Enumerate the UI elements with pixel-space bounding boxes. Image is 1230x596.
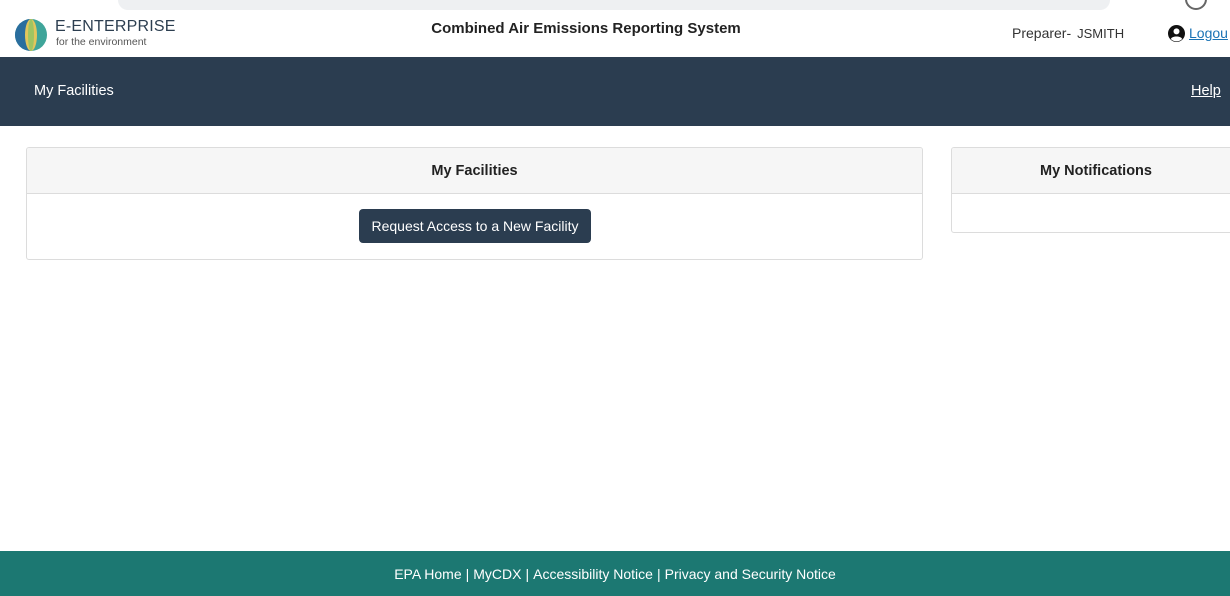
notifications-card-title: My Notifications xyxy=(952,148,1230,194)
site-header: E-ENTERPRISE for the environment Combine… xyxy=(0,14,1230,57)
request-access-button[interactable]: Request Access to a New Facility xyxy=(359,209,591,243)
footer-link-mycdx[interactable]: MyCDX xyxy=(473,566,521,582)
site-footer: EPA Home | MyCDX | Accessibility Notice … xyxy=(0,551,1230,596)
brand-tagline: for the environment xyxy=(56,36,147,48)
notifications-card: My Notifications xyxy=(951,147,1230,233)
facilities-card-title: My Facilities xyxy=(27,148,922,194)
system-title: Combined Air Emissions Reporting System xyxy=(431,20,741,37)
logout-link[interactable]: Logou xyxy=(1189,25,1228,41)
user-info: Preparer- JSMITH xyxy=(1012,25,1124,41)
address-bar xyxy=(118,0,1110,10)
nav-bar: My Facilities Help xyxy=(0,57,1230,126)
footer-link-accessibility[interactable]: Accessibility Notice xyxy=(533,566,653,582)
footer-separator: | xyxy=(465,565,470,582)
username: JSMITH xyxy=(1077,26,1125,41)
role-label: Preparer- xyxy=(1012,25,1072,41)
browser-top-strip xyxy=(0,0,1230,14)
footer-link-privacy[interactable]: Privacy and Security Notice xyxy=(665,566,836,582)
nav-title: My Facilities xyxy=(34,83,114,99)
user-circle-icon[interactable] xyxy=(1168,25,1185,42)
help-link[interactable]: Help xyxy=(1191,83,1221,99)
footer-separator: | xyxy=(525,565,530,582)
footer-link-epa-home[interactable]: EPA Home xyxy=(394,566,461,582)
facilities-card: My Facilities Request Access to a New Fa… xyxy=(26,147,923,260)
browser-profile-icon xyxy=(1185,0,1207,10)
footer-separator: | xyxy=(656,565,661,582)
